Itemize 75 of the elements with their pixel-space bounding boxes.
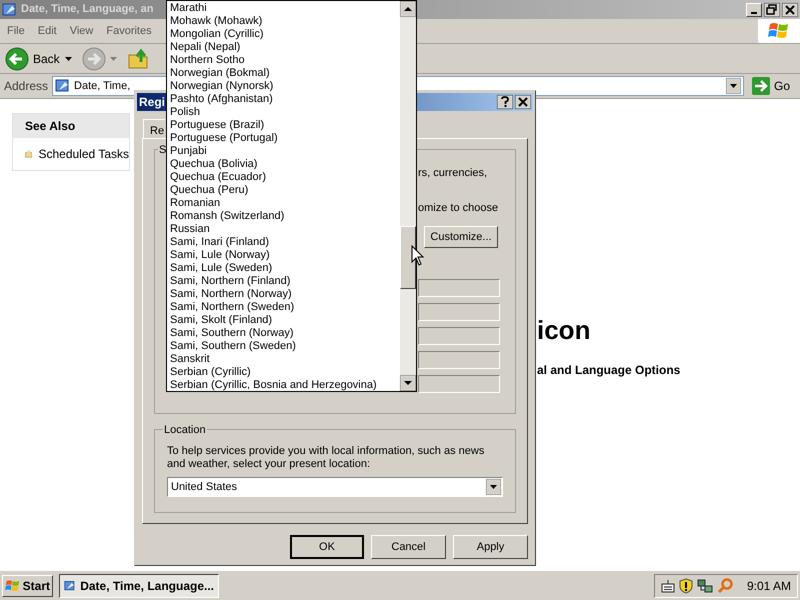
list-item[interactable]: Serbian (Cyrillic) (167, 366, 400, 379)
panel-link[interactable]: Scheduled Tasks (13, 144, 129, 164)
list-item[interactable]: Sami, Southern (Norway) (167, 327, 400, 340)
list-item[interactable]: Portuguese (Portugal) (167, 132, 400, 145)
dropdown-arrow-icon[interactable] (64, 56, 72, 60)
help-button[interactable] (497, 95, 513, 109)
description-text: omize to choose (418, 202, 500, 215)
list-item[interactable]: Portuguese (Brazil) (167, 119, 400, 132)
description-text: rs, currencies, (418, 167, 488, 180)
restore-button[interactable] (764, 2, 780, 16)
list-item[interactable]: Serbian (Cyrillic, Bosnia and Herzegovina) (167, 379, 400, 392)
list-item[interactable]: Romansh (Switzerland) (167, 210, 400, 223)
dropdown-arrow-icon[interactable] (726, 78, 741, 94)
dialog-button[interactable]: OK (290, 535, 364, 559)
list-item[interactable]: Sami, Northern (Sweden) (167, 301, 400, 314)
scroll-up-icon[interactable] (400, 1, 416, 17)
list-item[interactable]: Marathi (167, 2, 400, 15)
menu-item[interactable]: File (2, 22, 30, 40)
list-item[interactable]: Sami, Skolt (Finland) (167, 314, 400, 327)
scrollbar[interactable] (400, 1, 416, 391)
list-item[interactable]: Sami, Northern (Finland) (167, 275, 400, 288)
location-description: To help services provide you with local information, such as news and weather, select your present location: (167, 445, 486, 471)
list-item[interactable]: Pashto (Afghanistan) (167, 93, 400, 106)
windows-logo-icon (5, 578, 21, 592)
scroll-down-icon[interactable] (400, 375, 416, 391)
menu-item[interactable]: Favorites (101, 22, 157, 40)
list-item[interactable]: Mongolian (Cyrillic) (167, 28, 400, 41)
list-item[interactable]: Quechua (Bolivia) (167, 158, 400, 171)
window-title: Date, Time, Language, an (21, 2, 154, 18)
list-item[interactable]: Quechua (Ecuador) (167, 171, 400, 184)
start-button[interactable]: Start (2, 574, 53, 596)
taskbar-button[interactable]: Date, Time, Language... (59, 574, 219, 598)
list-item[interactable]: Quechua (Peru) (167, 184, 400, 197)
list-item[interactable]: Sami, Lule (Norway) (167, 249, 400, 262)
list-item[interactable]: Russian (167, 223, 400, 236)
close-button[interactable] (782, 2, 798, 16)
list-item[interactable]: Northern Sotho (167, 54, 400, 67)
control-panel-icon (55, 78, 72, 94)
location-select[interactable]: United States (167, 477, 503, 497)
list-item[interactable]: Polish (167, 106, 400, 119)
menu-item[interactable]: Edit (32, 22, 62, 40)
minimize-button[interactable] (746, 2, 762, 16)
list-item[interactable]: Punjabi (167, 145, 400, 158)
list-item[interactable]: Sanskrit (167, 353, 400, 366)
control-panel-icon (2, 2, 18, 18)
scroll-thumb[interactable] (400, 226, 416, 289)
dialog-title: Regi (139, 94, 166, 111)
menu-item[interactable]: View (64, 22, 98, 40)
shield-icon[interactable] (678, 578, 693, 594)
back-button[interactable]: Back (4, 46, 61, 72)
list-item[interactable]: Norwegian (Nynorsk) (167, 80, 400, 93)
go-arrow-icon (752, 77, 770, 95)
dropdown-arrow-icon[interactable] (486, 479, 501, 495)
list-item[interactable]: Sami, Lule (Sweden) (167, 262, 400, 275)
windows-logo-icon (768, 21, 790, 41)
list-item[interactable]: Sami, Inari (Finland) (167, 236, 400, 249)
dialog-button[interactable]: Cancel (371, 535, 446, 559)
page-heading: icon (537, 315, 592, 345)
customize-button[interactable]: Customize... (424, 226, 498, 248)
close-button[interactable] (515, 95, 531, 109)
list-item[interactable]: Mohawk (Mohawk) (167, 15, 400, 28)
clock: 9:01 AM (746, 578, 791, 594)
panel-title: See Also (13, 114, 129, 138)
list-item[interactable]: Norwegian (Bokmal) (167, 67, 400, 80)
keyboard-icon[interactable] (660, 578, 675, 592)
network-icon[interactable] (696, 578, 713, 594)
subheading: al and Language Options (537, 362, 680, 379)
list-item[interactable]: Sami, Southern (Sweden) (167, 340, 400, 353)
go-button[interactable]: Go (748, 77, 796, 95)
dialog-button[interactable]: Apply (453, 535, 528, 559)
list-item[interactable]: Nepali (Nepal) (167, 41, 400, 54)
list-item[interactable]: Sami, Northern (Norway) (167, 288, 400, 301)
tab[interactable]: Re (143, 119, 166, 138)
address-label: Address (4, 78, 48, 95)
list-item[interactable]: Romanian (167, 197, 400, 210)
